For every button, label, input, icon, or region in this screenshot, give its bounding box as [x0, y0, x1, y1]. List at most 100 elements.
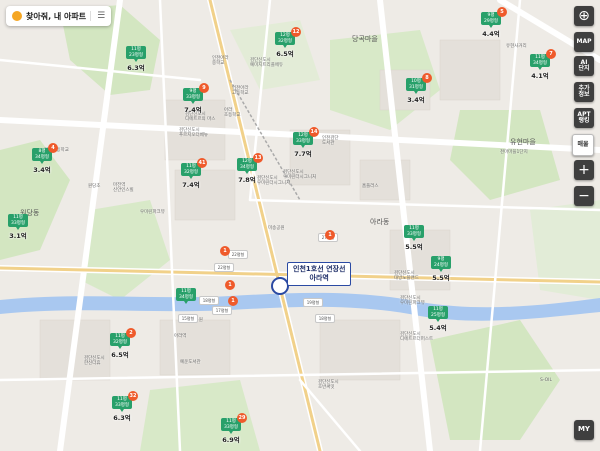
small-apartment-marker[interactable]: 18평형: [315, 314, 335, 323]
marker-box: 11평 32평형 41: [181, 158, 207, 179]
place-label: 예운도서관: [180, 360, 201, 365]
small-apartment-marker[interactable]: 22평형: [228, 250, 248, 259]
listing-count-badge: 13: [253, 153, 263, 163]
place-label: 인천아라 고등학교: [232, 86, 249, 96]
apt-ranking-button[interactable]: APT 랭킹: [574, 108, 594, 128]
listing-count-badge[interactable]: 1: [220, 246, 230, 256]
marker-box: 11평 23평형: [126, 46, 146, 62]
place-label: 천마마을1단지: [500, 150, 528, 155]
marker-type: 24평형: [433, 262, 448, 268]
listing-count-badge: 41: [197, 158, 207, 168]
place-label: 홈플러스: [362, 184, 379, 189]
place-label: 검단신도시 우미린파크뷰: [400, 296, 425, 306]
zoom-in-button[interactable]: +: [574, 160, 594, 180]
app-title: 찾아줘, 내 아파트: [26, 11, 87, 21]
apartment-marker[interactable]: 12평 32평형 12 6.5억: [275, 27, 301, 58]
sale-button[interactable]: 매물: [572, 134, 594, 156]
marker-type: 23평형: [128, 52, 143, 58]
marker-price: 4.1억: [531, 72, 549, 80]
place-label: S-OIL: [540, 378, 552, 383]
listing-count-badge[interactable]: 1: [225, 280, 235, 290]
marker-price: 5.5억: [405, 243, 423, 251]
apartment-marker[interactable]: 11평 32평형 41 7.4억: [181, 158, 207, 189]
zoom-out-button[interactable]: −: [574, 186, 594, 206]
marker-price: 7.4억: [182, 181, 200, 189]
marker-type: 33평형: [406, 231, 421, 237]
apartment-marker[interactable]: 11평 32평형 2 6.5억: [110, 328, 136, 359]
app-logo-icon: [12, 11, 22, 21]
apartment-marker[interactable]: 11평 34평형: [176, 288, 196, 304]
marker-type: 25평형: [430, 312, 445, 318]
apartment-marker[interactable]: 8평 34평형 4 3.4억: [32, 143, 58, 174]
marker-price: 7.4억: [184, 106, 202, 114]
small-apartment-marker[interactable]: 19평형: [303, 298, 323, 307]
marker-type: 33평형: [295, 138, 310, 144]
apartment-marker[interactable]: 11평 34평형 7 4.1억: [530, 49, 556, 80]
place-label: 원당초: [88, 184, 101, 189]
listing-count-badge[interactable]: 1: [325, 230, 335, 240]
apartment-marker[interactable]: 11평 33평형 29 6.9억: [221, 413, 247, 444]
place-label: 인천검단 도서관: [322, 136, 339, 146]
map-canvas[interactable]: [0, 0, 600, 451]
marker-price: 3.4억: [407, 96, 425, 104]
apartment-marker[interactable]: 12평 33평형 14 7.7억: [293, 127, 319, 158]
app-title-bar[interactable]: 찾아줘, 내 아파트 ☰: [6, 6, 112, 26]
apartment-marker[interactable]: 9평 24평형 5.5억: [431, 256, 451, 282]
apartment-marker[interactable]: 9평 33평형 9 7.4억: [183, 83, 209, 114]
place-label: 우미린파크뷰: [140, 210, 165, 215]
marker-type: 32평형: [277, 38, 292, 44]
place-label: 검단신도시 푸르지오더베뉴: [179, 128, 208, 138]
station-callout[interactable]: 인천1호선 연장선 아라역: [287, 262, 352, 286]
map-button[interactable]: MAP: [574, 32, 594, 52]
marker-price: 7.8억: [238, 176, 256, 184]
my-button[interactable]: MY: [574, 420, 594, 440]
marker-box: 11평 33평형: [404, 225, 424, 241]
marker-box: 10평 31평형 8: [406, 73, 432, 94]
place-label: 검단신도시 우미린더시그니처: [257, 176, 291, 186]
marker-type: 29평형: [483, 18, 498, 24]
listing-count-badge: 9: [199, 83, 209, 93]
apartment-marker[interactable]: 11평 25평형 5.4억: [428, 306, 448, 332]
apartment-marker[interactable]: 11평 23평형 6.3억: [126, 46, 146, 72]
place-label: 유현사거리: [506, 44, 527, 49]
apartment-marker[interactable]: 11평 33평형 32 6.3억: [112, 391, 138, 422]
marker-box: 11평 34평형 7: [530, 49, 556, 70]
area-label: 유현마을: [510, 138, 536, 146]
marker-type: 33평형: [223, 424, 238, 430]
small-apartment-marker[interactable]: 15평형: [178, 314, 198, 323]
apartment-marker[interactable]: 12평 34평형 13 7.8억: [237, 153, 263, 184]
place-label: 아라역: [174, 334, 187, 339]
place-label: 검단신도시 예미지트리플에듀: [250, 58, 284, 68]
marker-box: 11평 25평형: [428, 306, 448, 322]
station-line: 인천1호선 연장선: [293, 265, 346, 273]
ai-button[interactable]: AI 단지: [574, 56, 594, 76]
marker-price: 5.4억: [429, 324, 447, 332]
marker-box: 11평 32평형 2: [110, 328, 136, 349]
area-label: 아라동: [370, 218, 390, 226]
apt-ranking-label: APT 랭킹: [577, 110, 591, 124]
listing-count-badge: 2: [126, 328, 136, 338]
listing-count-badge[interactable]: 1: [228, 296, 238, 306]
apartment-marker[interactable]: 11평 33평형 5.5억: [404, 225, 424, 251]
extra-info-label: 추가 정보: [578, 84, 590, 98]
apartment-marker[interactable]: 11평 33평형 3.1억: [8, 214, 28, 240]
listing-count-badge: 32: [128, 391, 138, 401]
marker-type: 34평형: [532, 60, 547, 66]
apartment-marker[interactable]: 9평 29평형 5 4.4억: [481, 7, 507, 38]
locate-icon[interactable]: ⊕: [574, 6, 594, 26]
listing-count-badge: 4: [48, 143, 58, 153]
place-label: 마전역 신안인스빌: [113, 183, 134, 193]
small-apartment-marker[interactable]: 18평형: [199, 296, 219, 305]
marker-box: 11평 33평형 29: [221, 413, 247, 434]
extra-info-button[interactable]: 추가 정보: [574, 82, 594, 102]
apartment-marker[interactable]: 10평 31평형 8 3.4억: [406, 73, 432, 104]
listing-count-badge: 7: [546, 49, 556, 59]
listing-count-badge: 12: [291, 27, 301, 37]
place-label: 미송공원: [268, 226, 285, 231]
marker-type: 34평형: [178, 294, 193, 300]
small-apartment-marker[interactable]: 17평형: [212, 306, 232, 315]
marker-price: 4.4억: [482, 30, 500, 38]
small-apartment-marker[interactable]: 22평형: [214, 263, 234, 272]
marker-price: 3.1억: [9, 232, 27, 240]
sliders-icon[interactable]: ☰: [90, 11, 105, 21]
